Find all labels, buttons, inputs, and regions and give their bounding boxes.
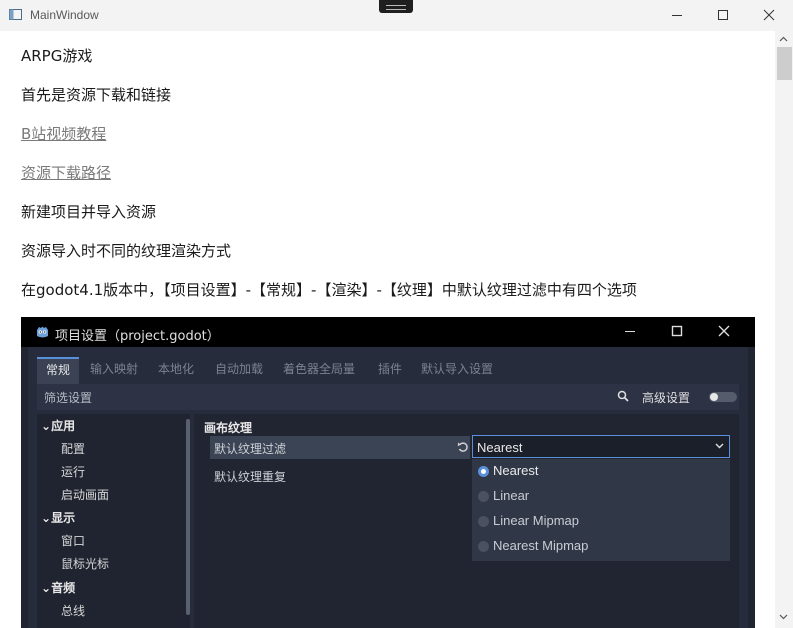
radio-icon <box>478 516 489 527</box>
radio-selected-icon <box>478 466 489 477</box>
window-app-icon <box>9 9 22 20</box>
godot-logo-icon <box>37 326 48 338</box>
tree-item-mouse-cursor[interactable]: 鼠标光标 <box>61 555 109 572</box>
paragraph-heading: ARPG游戏 <box>21 47 93 65</box>
scrollbar-thumb[interactable] <box>777 47 792 80</box>
drag-handle[interactable] <box>379 0 413 13</box>
filter-bar: 筛选设置 高级设置 <box>37 384 739 410</box>
tab-localization[interactable]: 本地化 <box>158 357 194 382</box>
texture-filter-dropdown: Nearest Linear Linear Mipmap Nearest Mip… <box>472 459 730 561</box>
paragraph-intro: 首先是资源下载和链接 <box>21 86 172 104</box>
option-nearest[interactable]: Nearest <box>472 459 730 484</box>
tab-autoload[interactable]: 自动加载 <box>215 357 263 382</box>
tree-section-display[interactable]: ⌄显示 <box>41 509 75 526</box>
godot-tabs: 常规 输入映射 本地化 自动加载 着色器全局量 插件 默认导入设置 <box>37 357 739 384</box>
tab-plugins[interactable]: 插件 <box>378 357 402 382</box>
tab-general[interactable]: 常规 <box>37 357 80 384</box>
tab-import-defaults[interactable]: 默认导入设置 <box>421 357 493 382</box>
godot-titlebar: 项目设置（project.godot） <box>21 317 755 347</box>
inspector-panel: 画布纹理 默认纹理过滤 默认纹理重复 Nearest Nearest Linea… <box>194 414 739 628</box>
advanced-settings-toggle[interactable] <box>709 392 737 402</box>
minimize-icon <box>672 15 682 16</box>
link-resource-download[interactable]: 资源下载路径 <box>21 162 111 183</box>
option-label: Linear Mipmap <box>493 513 579 528</box>
tree-label: 应用 <box>51 419 76 433</box>
minimize-button[interactable] <box>654 0 700 31</box>
tree-item-boot-splash[interactable]: 启动画面 <box>61 486 109 503</box>
tree-label: 显示 <box>51 511 76 525</box>
tree-label: 音频 <box>51 581 76 595</box>
godot-close-icon[interactable] <box>718 325 730 337</box>
scroll-up-icon[interactable] <box>779 36 788 42</box>
close-button[interactable] <box>746 0 792 31</box>
maximize-button[interactable] <box>700 0 746 31</box>
property-default-texture-repeat: 默认纹理重复 <box>214 470 287 484</box>
property-default-texture-filter: 默认纹理过滤 <box>214 442 287 456</box>
option-linear-mipmap[interactable]: Linear Mipmap <box>472 509 730 534</box>
godot-dialog-body: 常规 输入映射 本地化 自动加载 着色器全局量 插件 默认导入设置 筛选设置 高… <box>28 347 748 628</box>
paragraph-new-project: 新建项目并导入资源 <box>21 203 157 221</box>
texture-filter-select[interactable]: Nearest <box>472 435 730 458</box>
maximize-icon <box>718 10 728 20</box>
window-titlebar[interactable]: MainWindow <box>0 0 793 31</box>
filter-settings-input[interactable]: 筛选设置 <box>44 389 92 406</box>
texture-filter-value: Nearest <box>477 440 523 455</box>
godot-maximize-icon[interactable] <box>671 325 683 337</box>
tree-scrollbar[interactable] <box>186 419 190 615</box>
scroll-down-icon[interactable] <box>779 614 788 620</box>
chevron-down-icon <box>715 443 724 449</box>
tree-item-buses[interactable]: 总线 <box>61 602 85 619</box>
godot-minimize-icon[interactable] <box>624 325 636 337</box>
tree-item-config[interactable]: 配置 <box>61 440 85 457</box>
tree-item-run[interactable]: 运行 <box>61 463 85 480</box>
tree-section-audio[interactable]: ⌄音频 <box>41 579 75 596</box>
godot-dialog-title: 项目设置（project.godot） <box>55 329 220 344</box>
search-icon <box>617 390 629 402</box>
tree-section-application[interactable]: ⌄应用 <box>41 417 75 434</box>
radio-icon <box>478 541 489 552</box>
link-bilibili-tutorial[interactable]: B站视频教程 <box>21 123 106 144</box>
option-label: Nearest <box>493 463 539 478</box>
paragraph-godot-options: 在godot4.1版本中，【项目设置】-【常规】-【渲染】-【纹理】中默认纹理过… <box>21 281 637 299</box>
settings-tree: ⌄应用 配置 运行 启动画面 ⌄显示 窗口 鼠标光标 ⌄音频 总线 <box>37 414 190 628</box>
advanced-settings-label: 高级设置 <box>642 391 691 405</box>
section-title: 画布纹理 <box>204 421 253 435</box>
option-label: Linear <box>493 488 530 503</box>
paragraph-texture-render: 资源导入时不同的纹理渲染方式 <box>21 242 232 260</box>
tab-input-map[interactable]: 输入映射 <box>90 357 138 382</box>
tree-item-window[interactable]: 窗口 <box>61 532 85 549</box>
close-icon <box>763 9 775 21</box>
vertical-scrollbar[interactable] <box>775 31 793 628</box>
document-content: ARPG游戏 首先是资源下载和链接 B站视频教程 资源下载路径 新建项目并导入资… <box>0 31 775 628</box>
tab-shader-globals[interactable]: 着色器全局量 <box>283 357 355 382</box>
option-label: Nearest Mipmap <box>493 538 589 553</box>
godot-screenshot: 项目设置（project.godot） 常规 输入映射 本地化 自动加载 着色器… <box>21 317 755 628</box>
reset-icon[interactable] <box>457 441 469 453</box>
window-title: MainWindow <box>30 8 99 22</box>
option-linear[interactable]: Linear <box>472 484 730 509</box>
option-nearest-mipmap[interactable]: Nearest Mipmap <box>472 534 730 559</box>
radio-icon <box>478 491 489 502</box>
